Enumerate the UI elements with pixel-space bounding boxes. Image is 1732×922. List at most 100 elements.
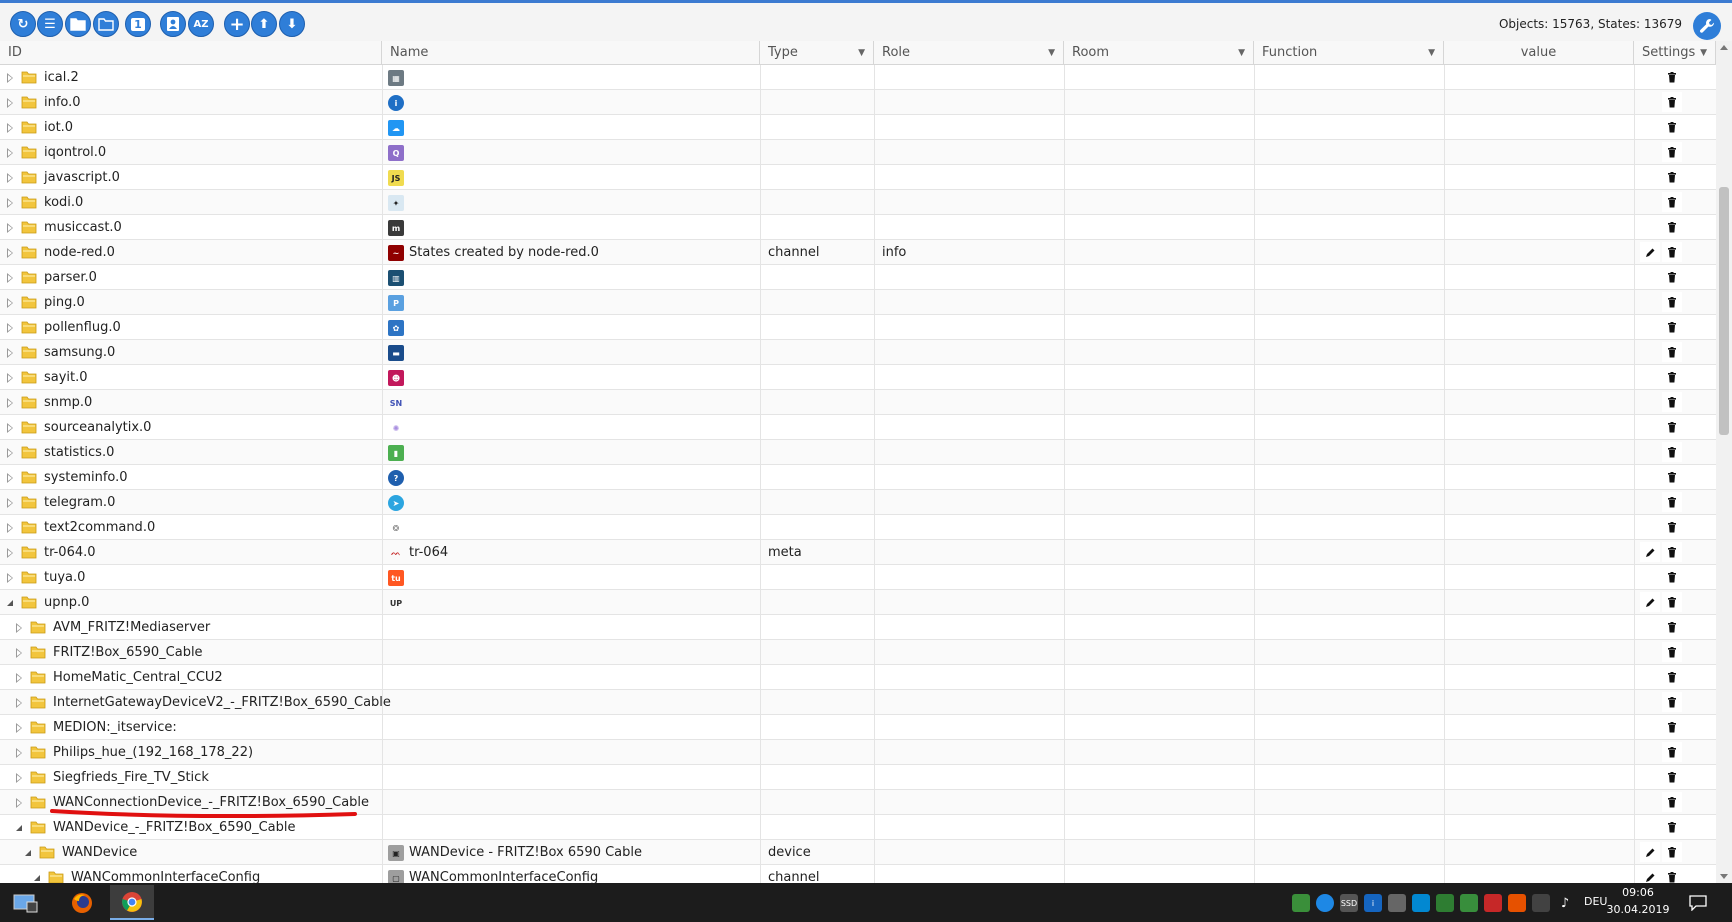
- scroll-thumb[interactable]: [1719, 187, 1729, 435]
- expand-arrow-icon[interactable]: [16, 673, 22, 683]
- chrome-taskbar-icon[interactable]: [110, 885, 154, 920]
- collapse-all-button[interactable]: [65, 11, 91, 37]
- delete-trash-icon[interactable]: [1662, 517, 1682, 537]
- filter-dropdown-icon[interactable]: ▼: [1700, 41, 1707, 65]
- tray-info-icon[interactable]: i: [1364, 894, 1382, 912]
- delete-trash-icon[interactable]: [1662, 192, 1682, 212]
- vertical-scrollbar[interactable]: [1716, 41, 1732, 883]
- delete-trash-icon[interactable]: [1662, 167, 1682, 187]
- table-row[interactable]: sourceanalytix.0 ✺: [0, 415, 1716, 440]
- table-row[interactable]: sayit.0 ☻: [0, 365, 1716, 390]
- delete-trash-icon[interactable]: [1662, 67, 1682, 87]
- expand-arrow-icon[interactable]: [7, 223, 13, 233]
- table-row[interactable]: javascript.0 JS: [0, 165, 1716, 190]
- table-row[interactable]: info.0 i: [0, 90, 1716, 115]
- delete-trash-icon[interactable]: [1662, 717, 1682, 737]
- column-header-function[interactable]: Function ▼: [1254, 41, 1444, 65]
- table-row[interactable]: tr-064.0 ᨓ tr-064 meta: [0, 540, 1716, 565]
- expand-arrow-icon[interactable]: [16, 748, 22, 758]
- expand-arrow-icon[interactable]: [7, 348, 13, 358]
- column-header-role[interactable]: Role ▼: [874, 41, 1064, 65]
- delete-trash-icon[interactable]: [1662, 242, 1682, 262]
- table-row[interactable]: HomeMatic_Central_CCU2: [0, 665, 1716, 690]
- settings-wrench-button[interactable]: [1693, 12, 1721, 40]
- delete-trash-icon[interactable]: [1662, 667, 1682, 687]
- tray-display-icon[interactable]: [1532, 894, 1550, 912]
- start-button[interactable]: [8, 887, 44, 919]
- table-row[interactable]: AVM_FRITZ!Mediaserver: [0, 615, 1716, 640]
- column-header-value[interactable]: value: [1444, 41, 1634, 65]
- delete-trash-icon[interactable]: [1662, 742, 1682, 762]
- delete-trash-icon[interactable]: [1662, 317, 1682, 337]
- expand-arrow-icon[interactable]: [7, 548, 13, 558]
- edit-pencil-icon[interactable]: [1640, 542, 1660, 562]
- tray-app-icon[interactable]: [1292, 894, 1310, 912]
- expand-arrow-icon[interactable]: [7, 248, 13, 258]
- table-row[interactable]: tuya.0 tu: [0, 565, 1716, 590]
- scroll-down-arrow-icon[interactable]: [1720, 874, 1728, 879]
- delete-trash-icon[interactable]: [1662, 142, 1682, 162]
- edit-pencil-icon[interactable]: [1640, 842, 1660, 862]
- delete-trash-icon[interactable]: [1662, 217, 1682, 237]
- filter-dropdown-icon[interactable]: ▼: [858, 41, 865, 65]
- filter-dropdown-icon[interactable]: ▼: [1048, 41, 1055, 65]
- delete-trash-icon[interactable]: [1662, 342, 1682, 362]
- column-header-settings[interactable]: Settings ▼: [1634, 41, 1716, 65]
- expand-arrow-icon[interactable]: [16, 773, 22, 783]
- tray-app2-icon[interactable]: [1460, 894, 1478, 912]
- delete-trash-icon[interactable]: [1662, 92, 1682, 112]
- table-row[interactable]: text2command.0 ❂: [0, 515, 1716, 540]
- tray-ssd-icon[interactable]: SSD: [1340, 894, 1358, 912]
- expand-arrow-icon[interactable]: [7, 123, 13, 133]
- delete-trash-icon[interactable]: [1662, 267, 1682, 287]
- tray-usb-icon[interactable]: [1388, 894, 1406, 912]
- expand-arrow-icon[interactable]: [7, 398, 13, 408]
- table-row[interactable]: telegram.0 ➤: [0, 490, 1716, 515]
- table-row[interactable]: samsung.0 ▬: [0, 340, 1716, 365]
- filter-dropdown-icon[interactable]: ▼: [1428, 41, 1435, 65]
- delete-trash-icon[interactable]: [1662, 817, 1682, 837]
- delete-trash-icon[interactable]: [1662, 842, 1682, 862]
- tray-speaker-red-icon[interactable]: [1484, 894, 1502, 912]
- table-row[interactable]: WANCommonInterfaceConfig ▢ WANCommonInterf…: [0, 865, 1716, 883]
- delete-trash-icon[interactable]: [1662, 417, 1682, 437]
- edit-pencil-icon[interactable]: [1640, 242, 1660, 262]
- upload-button[interactable]: ⬆: [251, 11, 277, 37]
- notifications-icon[interactable]: [1688, 893, 1708, 913]
- expand-all-button[interactable]: [93, 11, 119, 37]
- delete-trash-icon[interactable]: [1662, 392, 1682, 412]
- column-header-name[interactable]: Name: [382, 41, 760, 65]
- column-header-type[interactable]: Type ▼: [760, 41, 874, 65]
- scroll-up-arrow-icon[interactable]: [1720, 45, 1728, 50]
- table-row[interactable]: InternetGatewayDeviceV2_-_FRITZ!Box_6590…: [0, 690, 1716, 715]
- expand-arrow-icon[interactable]: [7, 423, 13, 433]
- firefox-taskbar-icon[interactable]: [64, 887, 100, 919]
- table-row[interactable]: iot.0 ☁: [0, 115, 1716, 140]
- tray-network-icon[interactable]: [1412, 894, 1430, 912]
- table-row[interactable]: snmp.0 SN: [0, 390, 1716, 415]
- expand-arrow-icon[interactable]: [16, 698, 22, 708]
- delete-trash-icon[interactable]: [1662, 467, 1682, 487]
- clock-date[interactable]: 30.04.2019: [1598, 903, 1678, 916]
- table-row[interactable]: ping.0 P: [0, 290, 1716, 315]
- refresh-button[interactable]: ↻: [10, 11, 36, 37]
- table-row[interactable]: systeminfo.0?: [0, 465, 1716, 490]
- delete-trash-icon[interactable]: [1662, 292, 1682, 312]
- table-row[interactable]: WANDevice ▣ WANDevice - FRITZ!Box 6590 Cab…: [0, 840, 1716, 865]
- edit-pencil-icon[interactable]: [1640, 867, 1660, 883]
- expand-arrow-icon[interactable]: [7, 73, 13, 83]
- expand-arrow-icon[interactable]: [7, 373, 13, 383]
- table-row[interactable]: pollenflug.0 ✿: [0, 315, 1716, 340]
- level-button[interactable]: 1: [125, 11, 151, 37]
- clock-time[interactable]: 09:06: [1598, 886, 1678, 899]
- expand-arrow-icon[interactable]: [16, 723, 22, 733]
- expand-arrow-icon[interactable]: [16, 648, 22, 658]
- delete-trash-icon[interactable]: [1662, 492, 1682, 512]
- volume-icon[interactable]: ♪: [1556, 894, 1574, 912]
- table-row[interactable]: node-red.0 ~ States created by node-red.0 c…: [0, 240, 1716, 265]
- download-button[interactable]: ⬇: [279, 11, 305, 37]
- delete-trash-icon[interactable]: [1662, 617, 1682, 637]
- add-button[interactable]: +: [224, 11, 250, 37]
- expand-arrow-icon[interactable]: [7, 323, 13, 333]
- expand-arrow-icon[interactable]: [7, 573, 13, 583]
